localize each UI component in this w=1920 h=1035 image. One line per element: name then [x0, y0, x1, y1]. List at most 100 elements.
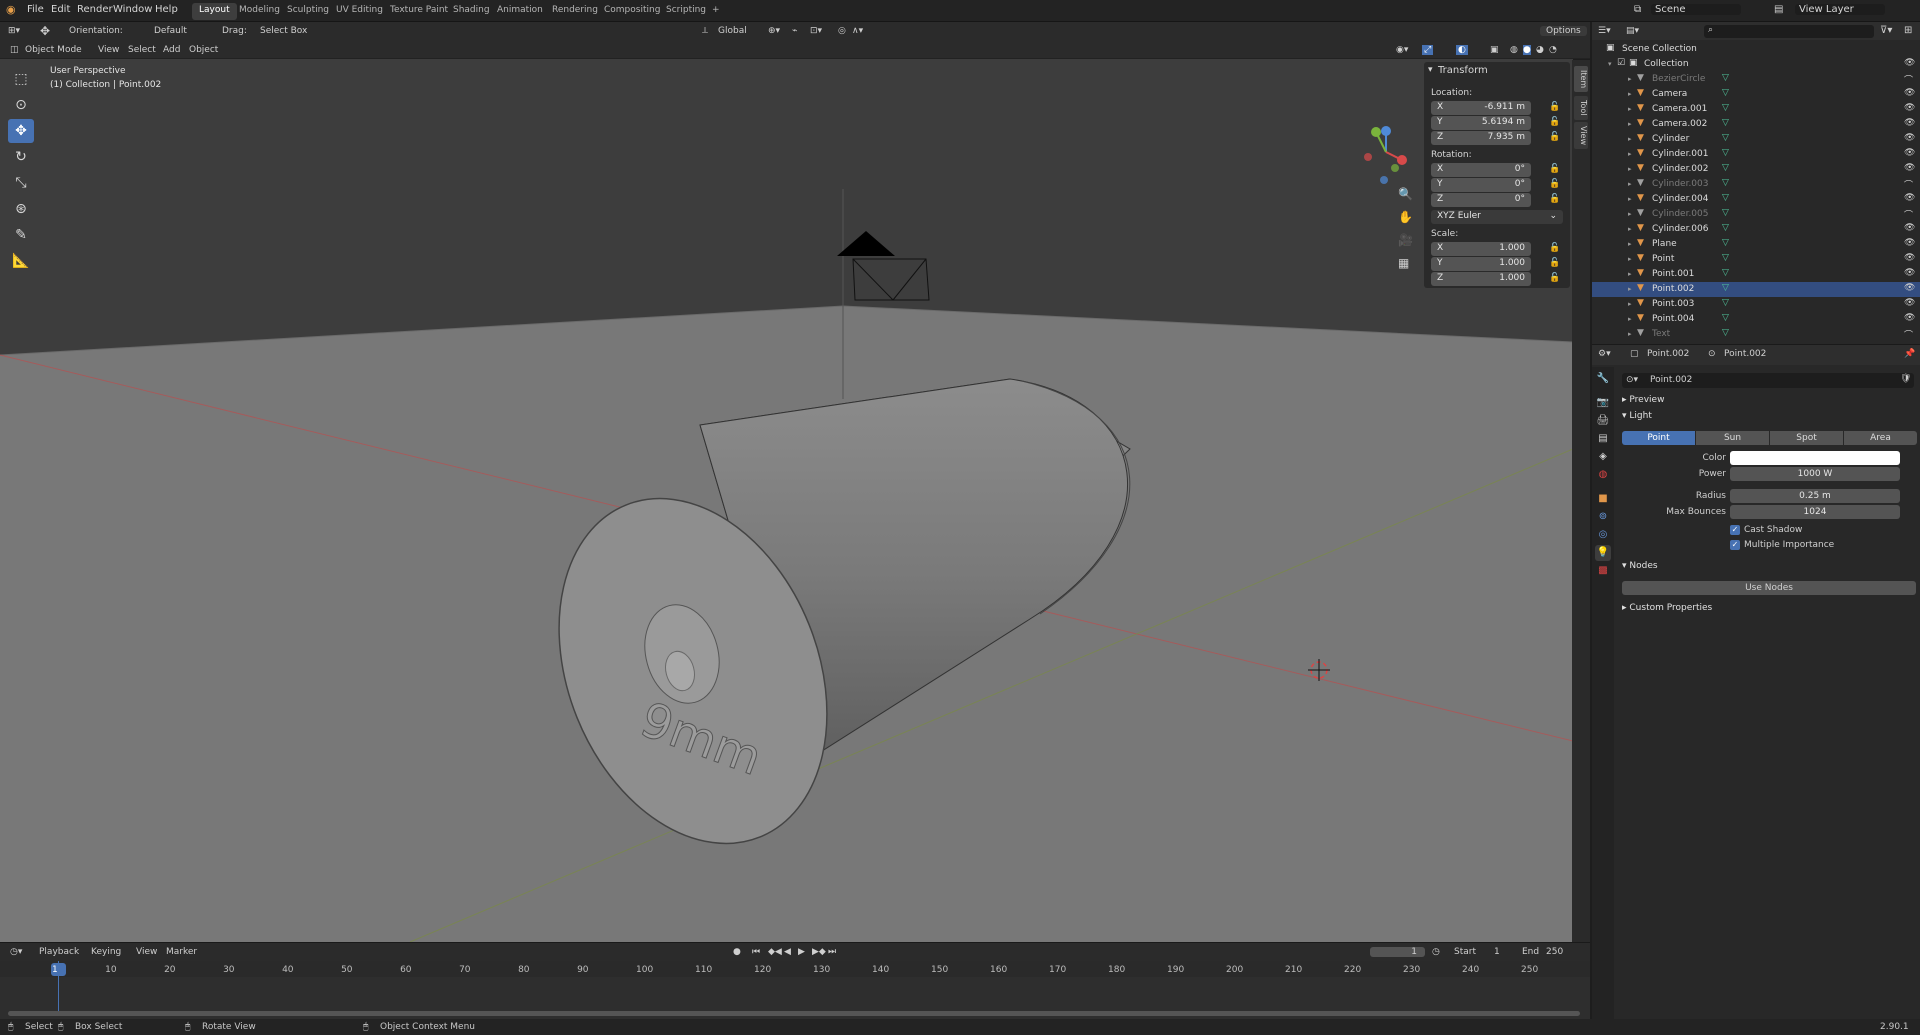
play-icon[interactable]: ▶	[798, 947, 805, 957]
output-tab-icon[interactable]: 🖨	[1595, 413, 1611, 429]
outliner-row[interactable]: ▸ ▼ Cylinder.002 ▽ 👁	[1592, 162, 1920, 177]
eye-closed-icon[interactable]: ⌒	[1904, 208, 1913, 221]
object-data-icon[interactable]: ▽	[1722, 148, 1729, 158]
outliner-row-name[interactable]: BezierCircle	[1652, 74, 1705, 84]
menu-render[interactable]: Render	[77, 4, 113, 15]
collapse-arrow-icon[interactable]: ▾	[1428, 65, 1433, 75]
lock-icon[interactable]: 🔓	[1549, 117, 1560, 127]
orientation-dropdown[interactable]: Default	[154, 26, 187, 36]
breadcrumb-data[interactable]: Point.002	[1724, 349, 1766, 359]
outliner-row-name[interactable]: Cylinder.006	[1652, 224, 1708, 234]
rotation-y-field[interactable]: Y 0°	[1431, 178, 1531, 192]
move-tool-button[interactable]: ✥	[8, 119, 34, 143]
menu-help[interactable]: Help	[155, 4, 178, 15]
outliner-row[interactable]: ▸ ▼ Plane ▽ 👁	[1592, 237, 1920, 252]
tab-texture-paint[interactable]: Texture Paint	[383, 3, 455, 20]
outliner-row[interactable]: ▸ ▼ BezierCircle ▽ ⌒	[1592, 72, 1920, 87]
eye-icon[interactable]: 👁	[1904, 118, 1915, 128]
preview-section[interactable]: ▸ Preview	[1622, 395, 1664, 405]
expand-arrow-icon[interactable]: ▸	[1628, 105, 1632, 113]
lock-icon[interactable]: 🔓	[1549, 132, 1560, 142]
outliner-row[interactable]: ▸ ▼ Point.004 ▽ 👁	[1592, 312, 1920, 327]
camera-view-icon[interactable]: 🎥	[1398, 233, 1413, 247]
expand-arrow-icon[interactable]: ▸	[1628, 330, 1632, 338]
texture-tab-icon[interactable]: ▩	[1595, 563, 1611, 579]
object-data-icon[interactable]: ▽	[1722, 73, 1729, 83]
object-data-icon[interactable]: ▽	[1722, 178, 1729, 188]
transform-title[interactable]: Transform	[1438, 65, 1488, 76]
shading-material-icon[interactable]: ◕	[1536, 45, 1544, 55]
gizmo-toggle-icon[interactable]: ⤢	[1422, 45, 1434, 55]
outliner-row[interactable]: ▸ ▼ Point.001 ▽ 👁	[1592, 267, 1920, 282]
outliner-row-name[interactable]: Point	[1652, 254, 1674, 264]
object-data-icon[interactable]: ▽	[1722, 238, 1729, 248]
tab-layout[interactable]: Layout	[192, 3, 237, 20]
expand-arrow-icon[interactable]: ▸	[1628, 270, 1632, 278]
menu-keying[interactable]: Keying	[91, 947, 121, 957]
eye-icon[interactable]: 👁	[1904, 148, 1915, 158]
gizmo-neg-z-ball[interactable]	[1380, 176, 1388, 184]
add-workspace-button[interactable]: +	[705, 3, 727, 20]
gizmo-neg-x-ball[interactable]	[1364, 153, 1372, 161]
tab-sculpting[interactable]: Sculpting	[280, 3, 336, 20]
outliner-row-name[interactable]: Cylinder.004	[1652, 194, 1708, 204]
falloff-icon[interactable]: ∧▾	[852, 26, 863, 36]
outliner-row-name[interactable]: Point.001	[1652, 269, 1694, 279]
location-z-field[interactable]: Z 7.935 m	[1431, 131, 1531, 145]
outliner-row[interactable]: ▸ ▼ Camera.001 ▽ 👁	[1592, 102, 1920, 117]
drag-dropdown[interactable]: Select Box	[260, 26, 307, 36]
outliner-row[interactable]: ▸ ▼ Cylinder.006 ▽ 👁	[1592, 222, 1920, 237]
menu-timeline-view[interactable]: View	[136, 947, 157, 957]
select-tool-icon[interactable]: ⬚	[8, 67, 34, 91]
object-data-icon[interactable]: ▽	[1722, 163, 1729, 173]
outliner-row[interactable]: ▸ ▼ Cylinder ▽ 👁	[1592, 132, 1920, 147]
shading-wireframe-icon[interactable]: ◍	[1510, 45, 1518, 55]
outliner-row-name[interactable]: Camera	[1652, 89, 1687, 99]
scene-collection-row[interactable]: ▣ Scene Collection	[1592, 42, 1920, 57]
display-mode-icon[interactable]: ▤▾	[1626, 26, 1639, 36]
outliner-row-name[interactable]: Text	[1652, 329, 1670, 339]
tab-modeling[interactable]: Modeling	[232, 3, 287, 20]
rotation-mode-dropdown[interactable]: XYZ Euler ⌄	[1431, 210, 1563, 224]
scene-icon[interactable]: ⧉	[1634, 4, 1641, 15]
outliner-row[interactable]: ▸ ▼ Cylinder.003 ▽ ⌒	[1592, 177, 1920, 192]
menu-select[interactable]: Select	[128, 45, 156, 55]
light-type-sun[interactable]: Sun	[1696, 431, 1769, 445]
ortho-toggle-icon[interactable]: ▦	[1398, 256, 1409, 270]
multiple-importance-checkbox[interactable]: ✓	[1730, 540, 1740, 550]
outliner-row-name[interactable]: Cylinder.003	[1652, 179, 1708, 189]
custom-properties-section[interactable]: ▸ Custom Properties	[1622, 603, 1712, 613]
blender-logo-icon[interactable]: ◉	[6, 3, 16, 16]
pivot-icon[interactable]: ⊕▾	[768, 26, 780, 36]
tab-rendering[interactable]: Rendering	[545, 3, 605, 20]
expand-arrow-icon[interactable]: ▸	[1628, 165, 1632, 173]
options-dropdown[interactable]: Options	[1540, 26, 1587, 36]
outliner-row[interactable]: ▸ ▼ Point.003 ▽ 👁	[1592, 297, 1920, 312]
max-bounces-field[interactable]: 1024	[1730, 505, 1900, 519]
jump-end-icon[interactable]: ⏭	[828, 947, 836, 957]
outliner-row[interactable]: ▸ ▼ Camera.002 ▽ 👁	[1592, 117, 1920, 132]
rotate-tool-icon[interactable]: ↻	[8, 145, 34, 169]
eye-icon[interactable]: 👁	[1904, 223, 1915, 233]
nodes-section[interactable]: ▾ Nodes	[1622, 561, 1658, 571]
expand-arrow-icon[interactable]: ▸	[1628, 135, 1632, 143]
tool-tab-icon[interactable]: 🔧	[1595, 371, 1611, 387]
object-tab-icon[interactable]: ■	[1595, 491, 1611, 507]
timeline[interactable]: 1 10 20 30 40 50 60 70 80 90 100 110 120 130 140 150 160…	[0, 961, 1590, 1019]
lock-icon[interactable]: 🔓	[1549, 179, 1560, 189]
eye-icon[interactable]: 👁	[1904, 253, 1915, 263]
object-data-icon[interactable]: ▽	[1722, 253, 1729, 263]
gizmo-y-ball[interactable]	[1371, 127, 1381, 137]
outliner-row-name[interactable]: Cylinder.001	[1652, 149, 1708, 159]
visibility-icon[interactable]: ◉▾	[1396, 45, 1408, 55]
eye-icon[interactable]: 👁	[1904, 133, 1915, 143]
rotation-x-field[interactable]: X 0°	[1431, 163, 1531, 177]
measure-tool-icon[interactable]: 📐	[8, 249, 34, 273]
physics-tab-icon[interactable]: ◎	[1595, 527, 1611, 543]
expand-arrow-icon[interactable]: ▸	[1628, 90, 1632, 98]
constraints-tab-icon[interactable]: ⊚	[1595, 509, 1611, 525]
outliner-row[interactable]: ▸ ▼ Point ▽ 👁	[1592, 252, 1920, 267]
gizmo-x-ball[interactable]	[1397, 155, 1407, 165]
mode-icon[interactable]: ◫	[10, 45, 19, 55]
expand-arrow-icon[interactable]: ▾	[1608, 60, 1612, 68]
